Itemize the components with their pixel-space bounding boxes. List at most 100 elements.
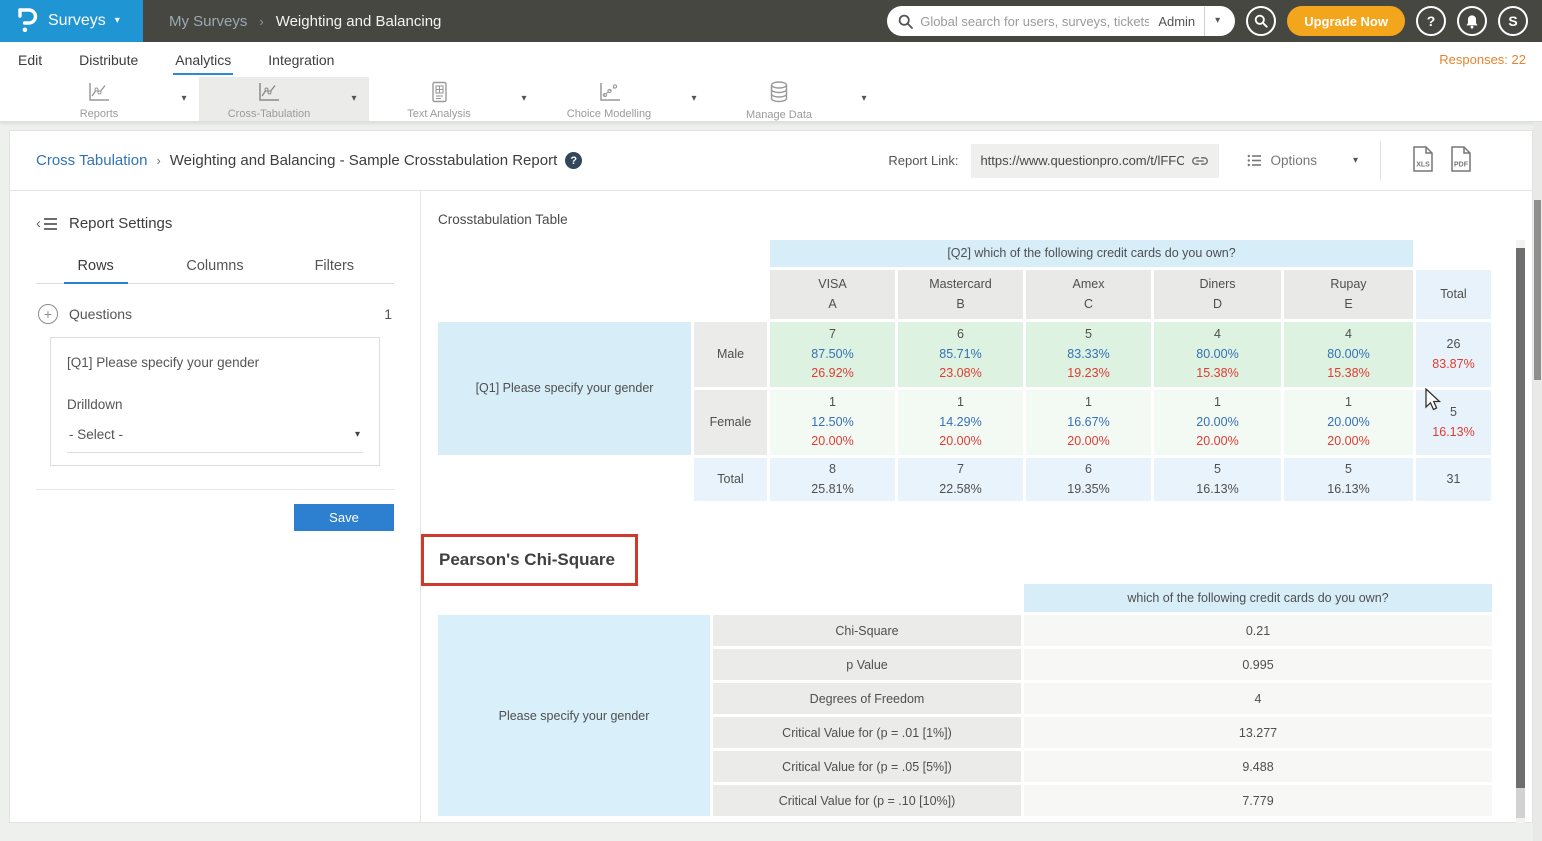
content-scrollbar-track[interactable] <box>1516 240 1525 823</box>
chi-value: 13.277 <box>1024 717 1492 748</box>
report-link-url[interactable]: https://www.questionpro.com/t/lFFCZg <box>980 153 1184 168</box>
row-label-female: Female <box>694 390 767 455</box>
notifications-button[interactable] <box>1457 6 1487 36</box>
toolbar-reports-button[interactable]: Reports <box>29 77 169 121</box>
navbar-actions: Admin ▾ Upgrade Now ? S <box>887 6 1542 36</box>
row-label-male: Male <box>694 322 767 387</box>
chi-header-row: which of the following credit cards do y… <box>438 584 1492 612</box>
xls-label: XLS <box>1416 162 1430 169</box>
col-header-total: Total <box>1416 270 1491 319</box>
options-label: Options <box>1270 153 1317 168</box>
drilldown-select[interactable]: - Select - ▾ <box>67 427 363 453</box>
toolbar-manage-data-button[interactable]: Manage Data <box>709 77 849 121</box>
chi-row-chi-square: Please specify your gender Chi-Square 0.… <box>438 615 1492 646</box>
tab-columns[interactable]: Columns <box>155 249 274 283</box>
chi-value: 0.21 <box>1024 615 1492 646</box>
link-icon[interactable] <box>1190 154 1210 168</box>
pdf-label: PDF <box>1454 162 1469 169</box>
tab-filters[interactable]: Filters <box>275 249 394 283</box>
toolbar-text-analysis-button[interactable]: Text Analysis <box>369 77 509 121</box>
analytics-toolbar: Reports ▾ Cross-Tabulation ▾ Text Analys… <box>0 77 1542 122</box>
toolbar-choice-modelling-button[interactable]: Choice Modelling <box>539 77 679 121</box>
search-scope-label[interactable]: Admin <box>1149 14 1204 29</box>
col-header-rupay: RupayE <box>1284 270 1413 319</box>
cell-grand-total: 31 <box>1416 458 1491 501</box>
report-header-actions: Report Link: https://www.questionpro.com… <box>888 141 1474 181</box>
tab-rows[interactable]: Rows <box>36 249 155 283</box>
cell-female-amex: 116.67%20.00% <box>1026 390 1151 455</box>
window-scrollbar-track[interactable] <box>1533 122 1542 841</box>
toolbar-manage-data-caret-icon[interactable]: ▾ <box>849 77 879 121</box>
chi-label: Critical Value for (p = .05 [5%]) <box>713 751 1021 782</box>
menu-integration[interactable]: Integration <box>266 45 336 75</box>
cell-total-mastercard: 722.58% <box>898 458 1023 501</box>
report-card: Cross Tabulation › Weighting and Balanci… <box>9 130 1533 823</box>
toolbar-cross-tabulation-button[interactable]: Cross-Tabulation <box>199 77 339 121</box>
toolbar-cross-tabulation-label: Cross-Tabulation <box>228 108 311 120</box>
cross-tabulation-link[interactable]: Cross Tabulation <box>36 152 147 169</box>
cell-male-mastercard: 685.71%23.08% <box>898 322 1023 387</box>
cell-male-rupay: 480.00%15.38% <box>1284 322 1413 387</box>
menu-distribute[interactable]: Distribute <box>77 45 140 75</box>
toolbar-reports-caret-icon[interactable]: ▾ <box>169 77 199 121</box>
breadcrumb-separator: › <box>156 153 160 168</box>
toolbar-cross-tabulation-caret-icon[interactable]: ▾ <box>339 77 369 121</box>
search-icon <box>898 14 913 29</box>
question-card: [Q1] Please specify your gender Drilldow… <box>50 337 380 466</box>
toolbar-group-text-analysis: Text Analysis ▾ <box>369 77 539 121</box>
menu-analytics[interactable]: Analytics <box>173 45 233 75</box>
collapse-panel-icon[interactable]: ‹ <box>36 216 57 231</box>
chi-square-title-highlight: Pearson's Chi-Square <box>421 534 638 586</box>
toolbar-text-analysis-caret-icon[interactable]: ▾ <box>509 77 539 121</box>
column-question-header: [Q2] which of the following credit cards… <box>770 240 1413 267</box>
help-button[interactable]: ? <box>1416 6 1446 36</box>
cell-female-visa: 112.50%20.00% <box>770 390 895 455</box>
global-search: Admin ▾ <box>887 6 1235 36</box>
questions-count: 1 <box>384 306 392 322</box>
export-pdf-button[interactable]: PDF <box>1448 145 1474 176</box>
search-scope-caret-icon[interactable]: ▾ <box>1205 16 1224 26</box>
toolbar-choice-modelling-caret-icon[interactable]: ▾ <box>679 77 709 121</box>
crosstab-section-title: Crosstabulation Table <box>438 212 568 227</box>
col-header-mastercard: MastercardB <box>898 270 1023 319</box>
brand-logo[interactable]: Surveys ▾ <box>0 0 143 42</box>
chi-label: p Value <box>713 649 1021 680</box>
upgrade-now-button[interactable]: Upgrade Now <box>1287 6 1405 36</box>
export-xls-button[interactable]: XLS <box>1410 145 1436 176</box>
cell-female-diners: 120.00%20.00% <box>1154 390 1281 455</box>
crosstab-column-header-row: VISAA MastercardB AmexC DinersD RupayE T… <box>438 270 1491 319</box>
toolbar-text-analysis-label: Text Analysis <box>407 108 471 120</box>
chi-square-title: Pearson's Chi-Square <box>439 550 615 570</box>
search-input[interactable] <box>920 14 1149 29</box>
survey-menu: Edit Distribute Analytics Integration Re… <box>0 42 1542 77</box>
content-scrollbar-thumb[interactable] <box>1516 248 1525 788</box>
window-scrollbar-thumb[interactable] <box>1534 200 1541 380</box>
cell-male-visa: 787.50%26.92% <box>770 322 895 387</box>
toolbar-group-cross-tabulation: Cross-Tabulation ▾ <box>199 77 369 121</box>
options-button[interactable]: Options ▾ <box>1247 153 1358 168</box>
toolbar-reports-label: Reports <box>80 108 119 120</box>
bell-icon <box>1465 14 1479 29</box>
row-question-cell: [Q1] Please specify your gender <box>438 322 691 455</box>
document-grid-icon <box>428 81 450 106</box>
chi-column-header: which of the following credit cards do y… <box>1024 584 1492 612</box>
report-link-field[interactable]: https://www.questionpro.com/t/lFFCZg <box>971 144 1219 178</box>
crosstab-table: [Q2] which of the following credit cards… <box>435 237 1494 504</box>
line-chart-icon <box>86 81 112 106</box>
add-question-button[interactable]: + <box>38 304 58 324</box>
panel-divider <box>36 489 394 490</box>
breadcrumb-my-surveys[interactable]: My Surveys <box>169 13 247 30</box>
search-button[interactable] <box>1246 6 1276 36</box>
cell-total-diners: 516.13% <box>1154 458 1281 501</box>
panel-header: ‹ Report Settings <box>36 215 394 232</box>
crosstab-question-header-row: [Q2] which of the following credit cards… <box>438 240 1491 267</box>
list-options-icon <box>1247 154 1262 167</box>
cell-total-visa: 825.81% <box>770 458 895 501</box>
save-button[interactable]: Save <box>294 504 394 531</box>
menu-edit[interactable]: Edit <box>16 45 44 75</box>
navbar-breadcrumb: My Surveys › Weighting and Balancing <box>169 13 441 30</box>
product-switcher-label: Surveys <box>48 12 106 30</box>
report-title: Weighting and Balancing - Sample Crossta… <box>170 152 557 169</box>
avatar[interactable]: S <box>1498 6 1528 36</box>
report-help-icon[interactable]: ? <box>565 152 582 169</box>
